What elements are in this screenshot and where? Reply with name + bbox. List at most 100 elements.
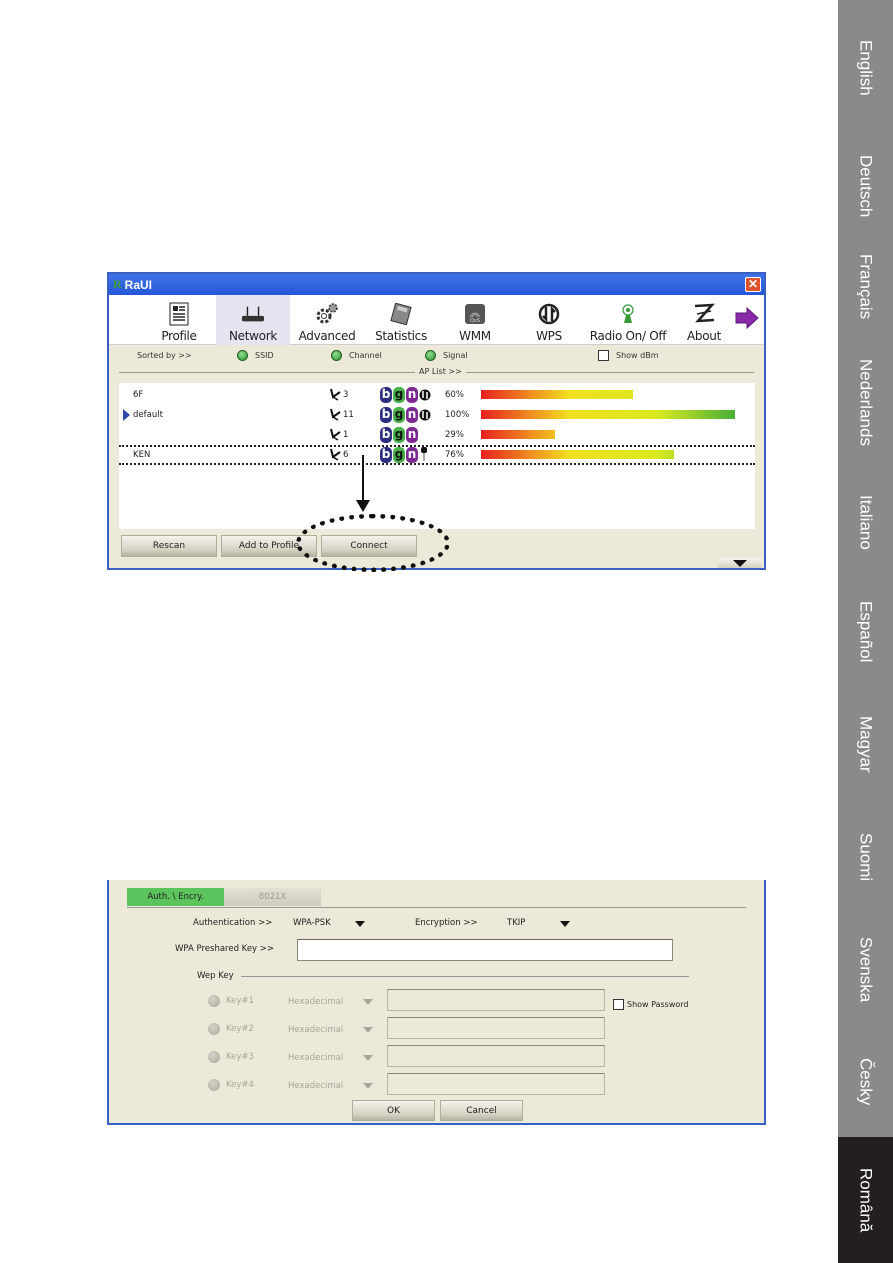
lang-tab-svenska[interactable]: Svenska [838,912,893,1027]
cancel-button[interactable]: Cancel [440,1100,523,1121]
toolbar-next-arrow-icon[interactable] [735,306,759,334]
wep-key-radio[interactable] [208,1023,220,1035]
scroll-down-button[interactable] [718,558,762,568]
toolbar-label: About [687,329,721,343]
wps-icon [419,408,431,425]
wep-format-dropdown-icon[interactable] [363,1055,373,1061]
lang-tab-romana[interactable]: Română [838,1137,893,1263]
lang-label: English [856,39,876,96]
wep-format-dropdown-icon[interactable] [363,999,373,1005]
lang-tab-italiano[interactable]: Italiano [838,467,893,577]
lang-label: Česky [856,1058,876,1106]
wep-format-dropdown-icon[interactable] [363,1083,373,1089]
wpa-preshared-key-input[interactable] [297,939,673,961]
show-password-label: Show Password [627,1000,689,1009]
lock-key-icon [420,446,428,465]
mode-g-badge: g [393,387,405,403]
ap-list-row[interactable]: 1 b g n 29% [119,425,755,445]
lang-label: Français [856,254,876,320]
ap-channel: 6 [343,450,349,460]
wep-key-input[interactable] [387,1045,605,1067]
ap-ssid: 6F [133,390,144,400]
toolbar-label: WPS [536,329,562,343]
ap-list-row[interactable]: 6F 3 b g n 60% [119,385,755,405]
mode-n-badge: n [406,407,418,423]
toolbar-about[interactable]: About [667,295,741,345]
wpa-preshared-key-label: WPA Preshared Key >> [175,944,275,954]
channel-antenna-icon [329,387,342,404]
ap-ssid: KEN [133,450,151,460]
ap-list-row[interactable]: default 11 b g n 100% [119,405,755,425]
toolbar-radio-onoff[interactable]: Radio On/ Off [586,295,670,345]
sort-channel-label: Channel [349,351,382,360]
ap-list: 6F 3 b g n 60% default 11 b g n 100% 1 b g n 29% KEN 6 b g n 7… [119,383,755,529]
toolbar-profile[interactable]: Profile [142,295,216,345]
toolbar-wps[interactable]: WPS [512,295,586,345]
about-icon [692,302,716,326]
wep-key-label: Key#4 [226,1080,254,1090]
lang-tab-magyar[interactable]: Magyar [838,687,893,802]
wep-key-label: Wep Key [197,971,234,981]
tab-bar: Auth. \ Encry. 8021X [127,888,321,906]
ap-list-row[interactable]: KEN 6 b g n 76% [119,445,755,465]
mode-g-badge: g [393,407,405,423]
signal-strength-bar [481,390,633,399]
lang-tab-espanol[interactable]: Español [838,577,893,687]
ok-button[interactable]: OK [352,1100,435,1121]
sort-signal-radio[interactable] [425,350,436,361]
authentication-dropdown-icon[interactable] [355,921,365,927]
lang-tab-nederlands[interactable]: Nederlands [838,337,893,467]
wep-format-dropdown-icon[interactable] [363,1027,373,1033]
sort-ssid-radio[interactable] [237,350,248,361]
rescan-button[interactable]: Rescan [121,535,217,557]
lang-tab-francais[interactable]: Français [838,237,893,337]
encryption-select[interactable]: TKIP [507,918,525,928]
wep-key-input[interactable] [387,989,605,1011]
lang-tab-english[interactable]: English [838,0,893,135]
toolbar-advanced[interactable]: Advanced [290,295,364,345]
calculator-icon [389,302,413,326]
wep-key-format-select[interactable]: Hexadecimal [288,1053,343,1063]
tab-8021x[interactable]: 8021X [224,888,321,906]
wps-icon [537,302,561,326]
lang-tab-cesky[interactable]: Česky [838,1027,893,1137]
mode-g-badge: g [393,427,405,443]
lang-tab-deutsch[interactable]: Deutsch [838,135,893,237]
raui-network-window: R RaUI ✕ Profile Network Advanced Statis… [107,272,766,570]
show-password-checkbox[interactable] [613,999,624,1010]
show-dbm-label: Show dBm [616,351,659,360]
sort-signal-label: Signal [443,351,468,360]
mode-b-badge: b [380,427,392,443]
wep-key-input[interactable] [387,1073,605,1095]
lang-label: Deutsch [856,154,876,218]
wep-key-format-select[interactable]: Hexadecimal [288,997,343,1007]
show-dbm-checkbox[interactable] [598,350,609,361]
toolbar-network[interactable]: Network [216,295,290,345]
wep-key-format-select[interactable]: Hexadecimal [288,1081,343,1091]
close-button[interactable]: ✕ [745,277,761,292]
toolbar-label: Network [228,329,277,343]
chevron-down-icon [733,559,747,567]
signal-strength-bar [481,410,735,419]
wep-key-radio[interactable] [208,1079,220,1091]
wep-key-label: Key#3 [226,1052,254,1062]
toolbar-statistics[interactable]: Statistics [364,295,438,345]
authentication-select[interactable]: WPA-PSK [293,918,331,928]
wep-key-format-select[interactable]: Hexadecimal [288,1025,343,1035]
wep-key-label: Key#1 [226,996,254,1006]
ap-channel: 3 [343,390,349,400]
tab-auth-encry[interactable]: Auth. \ Encry. [127,888,224,906]
wep-key-radio[interactable] [208,995,220,1007]
sorted-by-label: Sorted by >> [137,351,192,360]
wep-key-radio[interactable] [208,1051,220,1063]
sort-channel-radio[interactable] [331,350,342,361]
profile-icon [167,302,191,326]
mode-g-badge: g [393,447,405,463]
wep-key-label: Key#2 [226,1024,254,1034]
lang-tab-suomi[interactable]: Suomi [838,802,893,912]
toolbar-wmm[interactable]: QoS WMM [438,295,512,345]
annotation-highlight-ellipse [296,514,450,572]
toolbar-label: Advanced [298,329,356,343]
encryption-dropdown-icon[interactable] [560,921,570,927]
wep-key-input[interactable] [387,1017,605,1039]
